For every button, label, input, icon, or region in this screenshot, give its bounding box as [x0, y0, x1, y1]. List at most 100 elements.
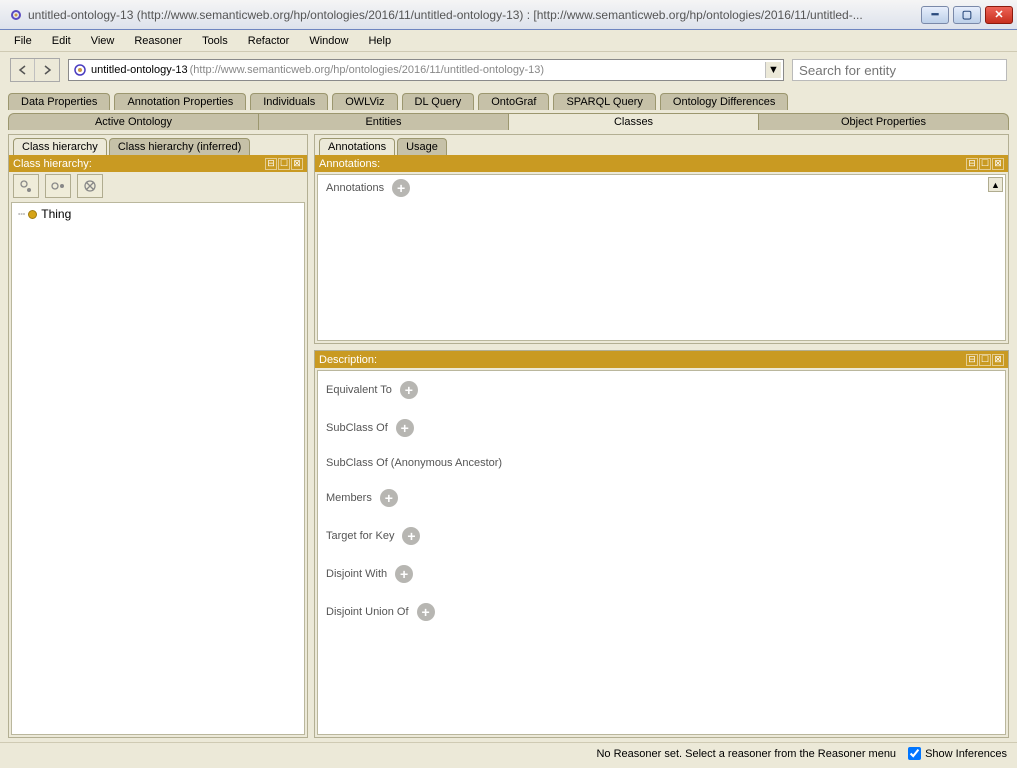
- annotations-subtabs: AnnotationsUsage: [315, 135, 1008, 155]
- maximize-button[interactable]: ▢: [953, 6, 981, 24]
- class-hierarchy-subtabs: Class hierarchyClass hierarchy (inferred…: [9, 135, 307, 155]
- add-subclass-button[interactable]: [13, 174, 39, 198]
- panel-close-icon[interactable]: ⊠: [291, 158, 303, 170]
- ontology-name: untitled-ontology-13: [91, 64, 188, 76]
- subtab-class-hierarchy-inferred-[interactable]: Class hierarchy (inferred): [109, 138, 250, 155]
- description-row-subclass-of-anonymous-ancestor-: SubClass Of (Anonymous Ancestor): [326, 457, 997, 469]
- tab-ontograf[interactable]: OntoGraf: [478, 93, 549, 110]
- menu-window[interactable]: Window: [299, 33, 358, 49]
- minimize-button[interactable]: ━: [921, 6, 949, 24]
- close-button[interactable]: ✕: [985, 6, 1013, 24]
- tabs-primary: Active OntologyEntitiesClassesObject Pro…: [0, 110, 1017, 130]
- status-bar: No Reasoner set. Select a reasoner from …: [0, 742, 1017, 764]
- back-button[interactable]: [11, 59, 35, 81]
- annotations-header: Annotations: ⊟ ☐ ⊠: [315, 155, 1008, 172]
- left-column: Class hierarchyClass hierarchy (inferred…: [8, 134, 308, 738]
- class-hierarchy-header: Class hierarchy: ⊟ ☐ ⊠: [9, 155, 307, 172]
- annotations-title: Annotations:: [319, 158, 965, 170]
- main-content: Class hierarchyClass hierarchy (inferred…: [0, 130, 1017, 742]
- nav-history: [10, 58, 60, 82]
- panel-expand-icon[interactable]: ☐: [979, 354, 991, 366]
- add-button[interactable]: +: [395, 565, 413, 583]
- panel-expand-icon[interactable]: ☐: [278, 158, 290, 170]
- menu-refactor[interactable]: Refactor: [238, 33, 300, 49]
- add-button[interactable]: +: [402, 527, 420, 545]
- annotations-label: Annotations: [326, 182, 384, 194]
- ontology-icon: [73, 63, 87, 77]
- tab-sparql-query[interactable]: SPARQL Query: [553, 93, 655, 110]
- panel-close-icon[interactable]: ⊠: [992, 354, 1004, 366]
- tab-active-ontology[interactable]: Active Ontology: [8, 113, 259, 130]
- annotations-row: Annotations +: [326, 179, 997, 197]
- tab-entities[interactable]: Entities: [259, 113, 509, 130]
- search-input[interactable]: [792, 59, 1007, 81]
- description-row-equivalent-to: Equivalent To+: [326, 381, 997, 399]
- annotations-panel: AnnotationsUsage Annotations: ⊟ ☐ ⊠ Anno…: [314, 134, 1009, 344]
- menu-edit[interactable]: Edit: [42, 33, 81, 49]
- menu-view[interactable]: View: [81, 33, 125, 49]
- description-header: Description: ⊟ ☐ ⊠: [315, 351, 1008, 368]
- description-row-subclass-of: SubClass Of +: [326, 419, 997, 437]
- window-title: untitled-ontology-13 (http://www.semanti…: [28, 8, 921, 22]
- subtab-class-hierarchy[interactable]: Class hierarchy: [13, 138, 107, 155]
- description-label: SubClass Of: [326, 422, 388, 434]
- dropdown-arrow-icon: ▼: [765, 62, 781, 78]
- class-hierarchy-title: Class hierarchy:: [13, 158, 264, 170]
- panel-pin-icon[interactable]: ⊟: [966, 158, 978, 170]
- add-button[interactable]: +: [396, 419, 414, 437]
- menu-file[interactable]: File: [4, 33, 42, 49]
- panel-pin-icon[interactable]: ⊟: [265, 158, 277, 170]
- menu-help[interactable]: Help: [358, 33, 401, 49]
- description-row-members: Members+: [326, 489, 997, 507]
- status-message: No Reasoner set. Select a reasoner from …: [596, 748, 896, 760]
- add-button[interactable]: +: [417, 603, 435, 621]
- scroll-up-icon[interactable]: ▲: [988, 177, 1003, 192]
- tab-object-properties[interactable]: Object Properties: [759, 113, 1009, 130]
- panel-pin-icon[interactable]: ⊟: [966, 354, 978, 366]
- subtab-annotations[interactable]: Annotations: [319, 138, 395, 155]
- ontology-uri: (http://www.semanticweb.org/hp/ontologie…: [190, 64, 544, 76]
- description-title: Description:: [319, 354, 965, 366]
- description-panel: Description: ⊟ ☐ ⊠ Equivalent To+ SubClas…: [314, 350, 1009, 738]
- add-button[interactable]: +: [380, 489, 398, 507]
- add-annotation-button[interactable]: +: [392, 179, 410, 197]
- show-inferences-toggle[interactable]: Show Inferences: [908, 747, 1007, 760]
- tree-node-label: Thing: [41, 207, 71, 221]
- tab-dl-query[interactable]: DL Query: [402, 93, 475, 110]
- show-inferences-checkbox[interactable]: [908, 747, 921, 760]
- app-icon: [8, 7, 24, 23]
- tabs-secondary: Data PropertiesAnnotation PropertiesIndi…: [0, 92, 1017, 110]
- panel-controls: ⊟ ☐ ⊠: [965, 158, 1004, 170]
- right-column: AnnotationsUsage Annotations: ⊟ ☐ ⊠ Anno…: [314, 134, 1009, 738]
- ontology-dropdown[interactable]: untitled-ontology-13 (http://www.semanti…: [68, 59, 784, 81]
- tab-ontology-differences[interactable]: Ontology Differences: [660, 93, 789, 110]
- forward-button[interactable]: [35, 59, 59, 81]
- title-bar: untitled-ontology-13 (http://www.semanti…: [0, 0, 1017, 30]
- tab-individuals[interactable]: Individuals: [250, 93, 328, 110]
- tab-classes[interactable]: Classes: [509, 113, 759, 130]
- subtab-usage[interactable]: Usage: [397, 138, 447, 155]
- description-row-disjoint-with: Disjoint With +: [326, 565, 997, 583]
- tab-owlviz[interactable]: OWLViz: [332, 93, 397, 110]
- toolbar: untitled-ontology-13 (http://www.semanti…: [0, 52, 1017, 92]
- tree-node-thing[interactable]: ┄ Thing: [18, 207, 298, 221]
- show-inferences-label: Show Inferences: [925, 748, 1007, 760]
- panel-close-icon[interactable]: ⊠: [992, 158, 1004, 170]
- tree-connector-icon: ┄: [18, 207, 24, 221]
- add-button[interactable]: +: [400, 381, 418, 399]
- panel-expand-icon[interactable]: ☐: [979, 158, 991, 170]
- description-label: Target for Key: [326, 530, 394, 542]
- description-row-disjoint-union-of: Disjoint Union Of+: [326, 603, 997, 621]
- delete-class-button[interactable]: [77, 174, 103, 198]
- panel-controls: ⊟ ☐ ⊠: [965, 354, 1004, 366]
- menu-tools[interactable]: Tools: [192, 33, 238, 49]
- add-sibling-button[interactable]: [45, 174, 71, 198]
- menu-bar: FileEditViewReasonerToolsRefactorWindowH…: [0, 30, 1017, 52]
- description-label: SubClass Of (Anonymous Ancestor): [326, 457, 502, 469]
- description-label: Disjoint With: [326, 568, 387, 580]
- annotations-body: Annotations + ▲: [317, 174, 1006, 341]
- tab-data-properties[interactable]: Data Properties: [8, 93, 110, 110]
- class-tree[interactable]: ┄ Thing: [11, 202, 305, 735]
- menu-reasoner[interactable]: Reasoner: [124, 33, 192, 49]
- tab-annotation-properties[interactable]: Annotation Properties: [114, 93, 246, 110]
